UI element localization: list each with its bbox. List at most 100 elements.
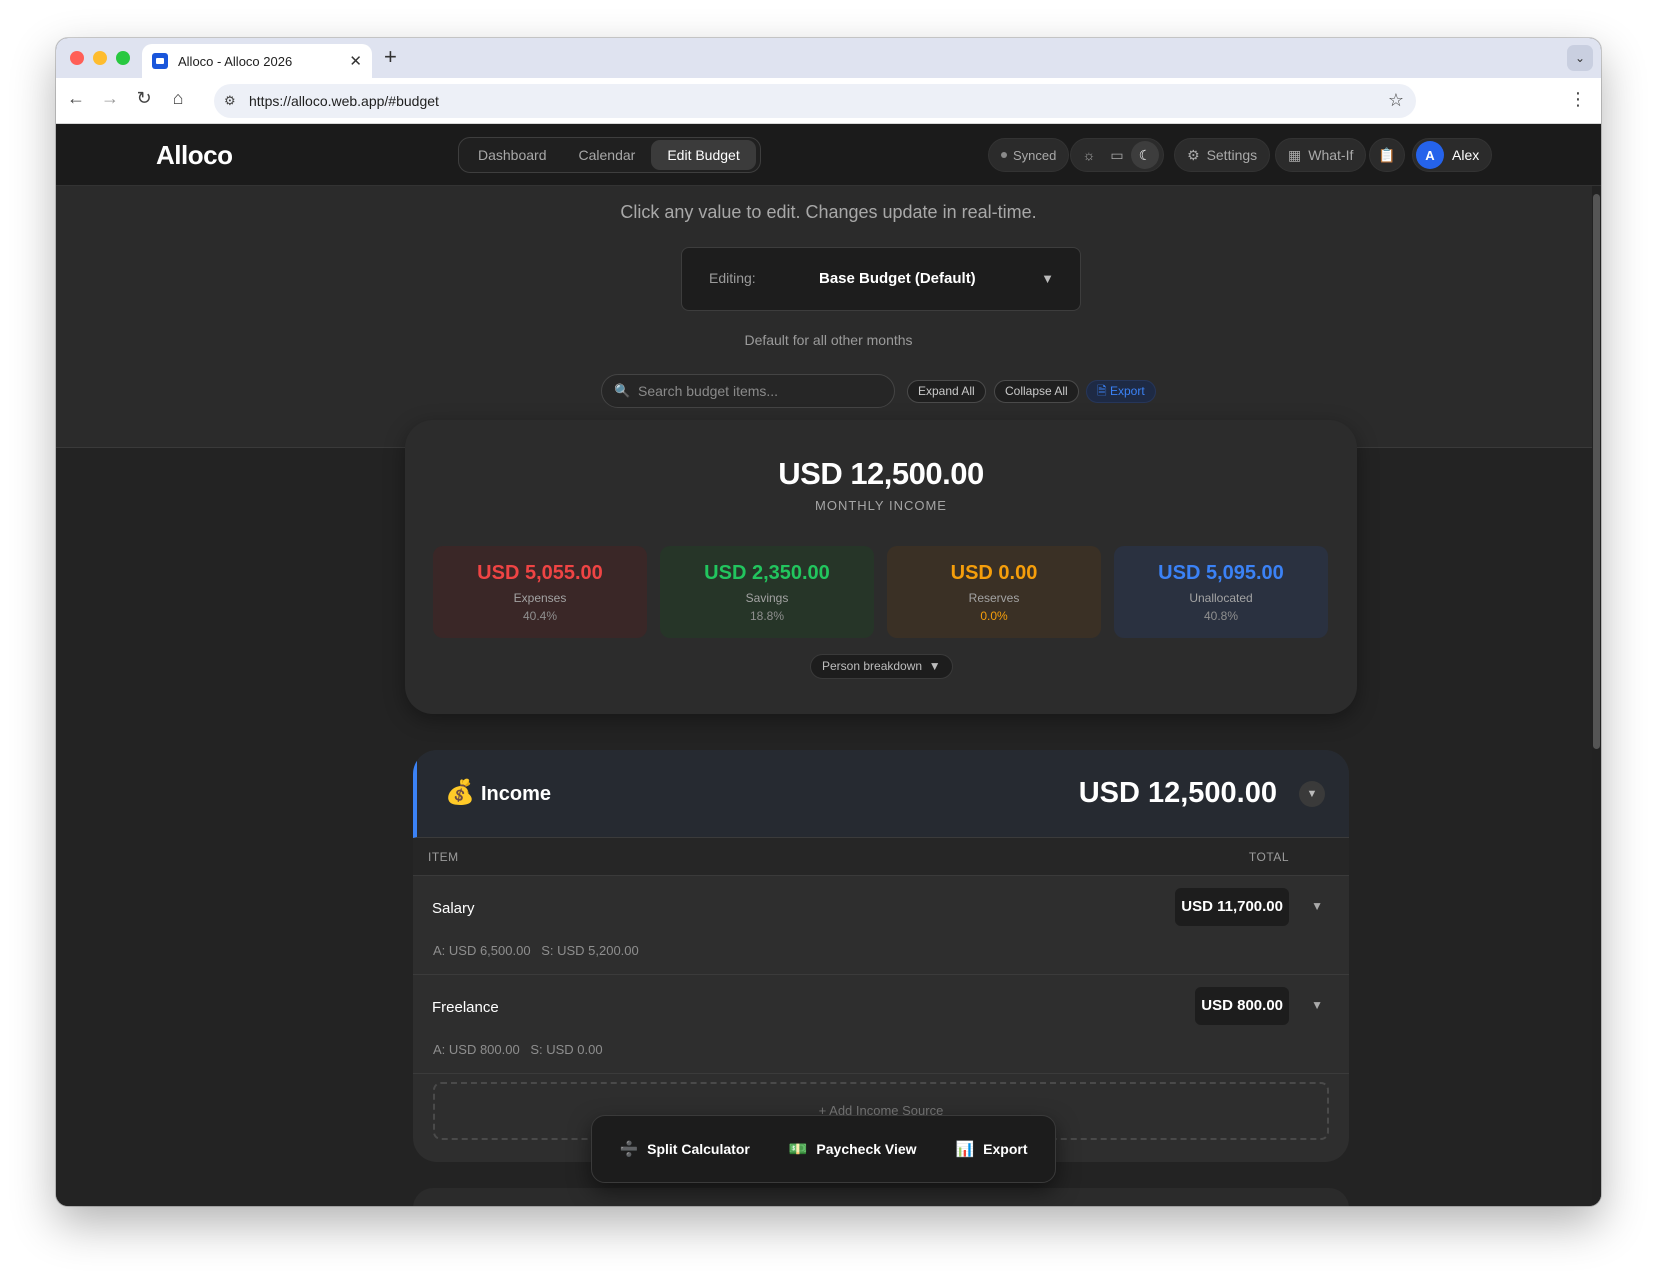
toolbar-export-label: Export xyxy=(983,1141,1028,1157)
sync-label: Synced xyxy=(1013,147,1057,163)
person-breakdown-label: Person breakdown xyxy=(822,659,923,673)
settings-button[interactable]: ⚙ Settings xyxy=(1174,138,1271,172)
stat-label: Reserves xyxy=(968,591,1020,605)
document-icon: 🗎 xyxy=(1097,384,1107,398)
income-header[interactable]: 💰 Income USD 12,500.00 ▼ xyxy=(413,750,1349,838)
forward-icon[interactable]: → xyxy=(98,88,122,109)
settings-label: Settings xyxy=(1206,147,1258,163)
monthly-income-total[interactable]: USD 12,500.00 xyxy=(405,456,1357,492)
table-row: Freelance USD 800.00 ▼ A: USD 800.00 S: … xyxy=(413,976,1349,1074)
reload-icon[interactable]: ↻ xyxy=(132,88,156,109)
budget-selector[interactable]: Editing: Base Budget (Default) ▼ xyxy=(681,247,1081,311)
url-text: https://alloco.web.app/#budget xyxy=(249,93,439,109)
nav-dashboard[interactable]: Dashboard xyxy=(462,140,563,170)
stat-unallocated: USD 5,095.00 Unallocated 40.8% xyxy=(1114,546,1328,638)
column-item: ITEM xyxy=(428,850,459,864)
stat-savings: USD 2,350.00 Savings 18.8% xyxy=(660,546,874,638)
export-label: Export xyxy=(1110,384,1145,398)
stat-percent: 40.4% xyxy=(522,609,558,623)
monitor-icon[interactable]: ▭ xyxy=(1103,141,1131,169)
theme-switcher: ☼ ▭ ☾ xyxy=(1070,138,1164,172)
browser-tab-bar: Alloco - Alloco 2026 ✕ + ⌄ xyxy=(56,38,1601,78)
paycheck-view-button[interactable]: 💵 Paycheck View xyxy=(789,1140,917,1158)
tab-title: Alloco - Alloco 2026 xyxy=(178,53,293,69)
minimize-window-button[interactable] xyxy=(93,51,107,65)
site-settings-icon[interactable]: ⚙ xyxy=(224,93,236,109)
app-header: Alloco Dashboard Calendar Edit Budget Sy… xyxy=(56,124,1601,186)
split-a[interactable]: A: USD 800.00 xyxy=(433,1042,520,1057)
new-tab-icon[interactable]: + xyxy=(384,44,397,70)
chevron-down-icon[interactable]: ▼ xyxy=(1311,998,1323,1012)
nav-edit-budget[interactable]: Edit Budget xyxy=(651,140,756,170)
chevron-down-icon: ▼ xyxy=(1041,271,1054,286)
collapse-all-button[interactable]: Collapse All xyxy=(994,380,1079,403)
person-breakdown-button[interactable]: Person breakdown ▼ xyxy=(810,654,953,679)
stat-percent: 0.0% xyxy=(980,609,1008,623)
income-total: USD 12,500.00 xyxy=(1078,777,1277,809)
chevron-down-icon[interactable]: ▼ xyxy=(1311,899,1323,913)
nav-calendar[interactable]: Calendar xyxy=(563,140,652,170)
stat-value: USD 2,350.00 xyxy=(704,562,830,584)
chevron-down-icon: ▼ xyxy=(925,659,941,673)
back-icon[interactable]: ← xyxy=(64,88,88,109)
split-calculator-button[interactable]: ➗ Split Calculator xyxy=(619,1140,749,1158)
sun-icon[interactable]: ☼ xyxy=(1075,141,1103,169)
moon-icon[interactable]: ☾ xyxy=(1131,141,1159,169)
row-split: A: USD 6,500.00 S: USD 5,200.00 xyxy=(433,943,646,958)
row-name[interactable]: Salary xyxy=(432,900,475,917)
brand-logo[interactable]: Alloco xyxy=(156,140,233,171)
split-a[interactable]: A: USD 6,500.00 xyxy=(433,943,531,958)
stat-percent: 40.8% xyxy=(1203,609,1239,623)
split-s[interactable]: S: USD 5,200.00 xyxy=(541,943,639,958)
stat-value: USD 5,095.00 xyxy=(1158,562,1284,584)
home-icon[interactable]: ⌂ xyxy=(166,88,190,109)
export-button[interactable]: 🗎 Export xyxy=(1086,380,1156,403)
favicon-icon xyxy=(152,53,168,69)
stat-value: USD 0.00 xyxy=(950,562,1038,584)
income-title: Income xyxy=(481,783,552,805)
what-if-label: What-If xyxy=(1308,147,1354,163)
what-if-button[interactable]: ▦ What-If xyxy=(1275,138,1367,172)
browser-toolbar: ← → ↻ ⌂ ⚙ https://alloco.web.app/#budget… xyxy=(56,78,1601,124)
clipboard-button[interactable]: 📋 xyxy=(1369,138,1405,172)
scrollbar-thumb[interactable] xyxy=(1593,194,1600,749)
divide-icon: ➗ xyxy=(619,1141,639,1158)
expand-all-button[interactable]: Expand All xyxy=(907,380,986,403)
banknote-icon: 💵 xyxy=(788,1141,808,1158)
stat-percent: 18.8% xyxy=(749,609,785,623)
editing-label: Editing: xyxy=(709,270,756,286)
address-bar[interactable]: ⚙ https://alloco.web.app/#budget ☆ xyxy=(214,84,1416,118)
maximize-window-button[interactable] xyxy=(116,51,130,65)
floating-toolbar: ➗ Split Calculator 💵 Paycheck View 📊 Exp… xyxy=(591,1115,1056,1183)
editing-value: Base Budget (Default) xyxy=(819,270,976,287)
default-note: Default for all other months xyxy=(744,332,913,348)
table-icon: ▦ xyxy=(1288,146,1302,163)
browser-tab[interactable]: Alloco - Alloco 2026 ✕ xyxy=(142,44,372,78)
split-calculator-label: Split Calculator xyxy=(647,1141,750,1157)
close-tab-icon[interactable]: ✕ xyxy=(349,52,362,70)
stat-label: Unallocated xyxy=(1189,591,1253,605)
column-total: TOTAL xyxy=(1248,850,1289,864)
stat-label: Savings xyxy=(745,591,789,605)
browser-menu-icon[interactable]: ⋮ xyxy=(1569,89,1587,110)
toolbar-export-button[interactable]: 📊 Export xyxy=(955,1140,1027,1158)
split-s[interactable]: S: USD 0.00 xyxy=(530,1042,602,1057)
app-viewport: Alloco Dashboard Calendar Edit Budget Sy… xyxy=(56,124,1601,1206)
close-window-button[interactable] xyxy=(70,51,84,65)
bar-chart-icon: 📊 xyxy=(955,1141,975,1158)
user-menu[interactable]: A Alex xyxy=(1412,138,1493,172)
search-box: 🔍 xyxy=(601,374,895,408)
row-name[interactable]: Freelance xyxy=(432,999,499,1016)
money-bag-icon: 💰 xyxy=(445,779,475,806)
income-section: 💰 Income USD 12,500.00 ▼ ITEM TOTAL Sala… xyxy=(413,750,1349,1162)
row-value[interactable]: USD 11,700.00 xyxy=(1175,888,1289,926)
browser-window: Alloco - Alloco 2026 ✕ + ⌄ ← → ↻ ⌂ ⚙ htt… xyxy=(56,38,1601,1206)
bookmark-star-icon[interactable]: ☆ xyxy=(1388,90,1404,111)
stat-label: Expenses xyxy=(513,591,567,605)
gear-icon: ⚙ xyxy=(1187,146,1200,163)
search-input[interactable] xyxy=(638,375,888,407)
tab-menu-chevron-icon[interactable]: ⌄ xyxy=(1567,45,1593,71)
row-value[interactable]: USD 800.00 xyxy=(1195,987,1289,1025)
collapse-toggle-icon[interactable]: ▼ xyxy=(1299,781,1325,807)
stat-expenses: USD 5,055.00 Expenses 40.4% xyxy=(433,546,647,638)
